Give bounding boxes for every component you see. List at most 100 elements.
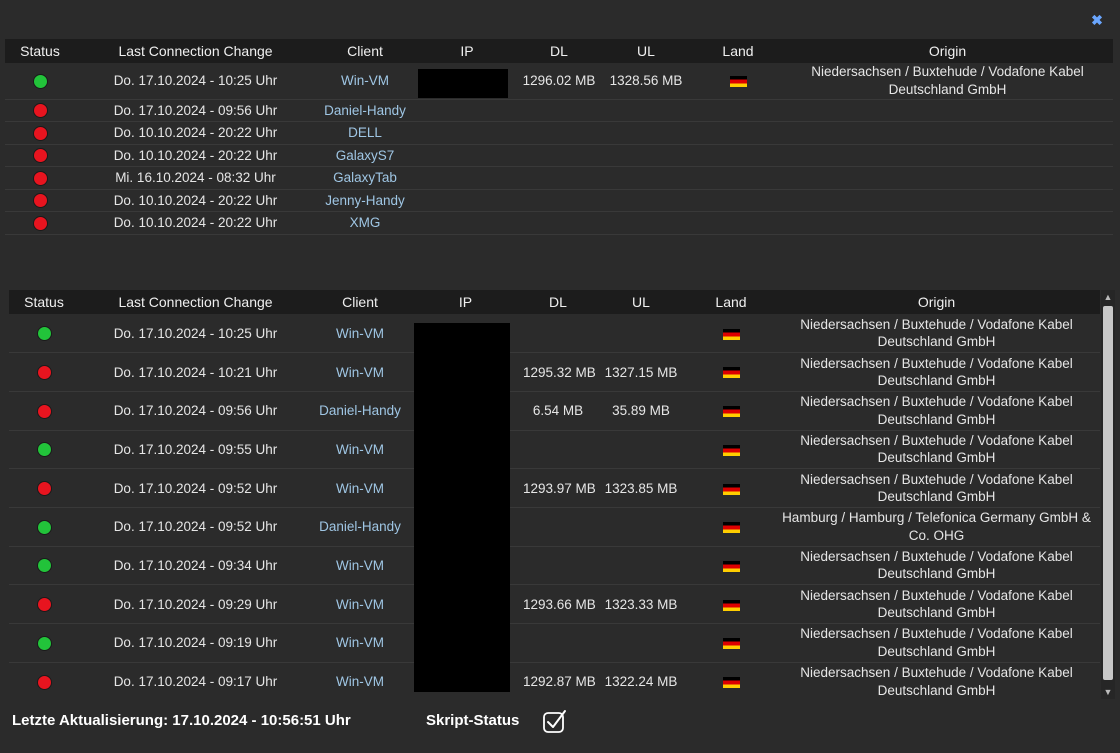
status-cell xyxy=(5,121,75,145)
status-cell xyxy=(5,211,75,235)
table-row: Do. 17.10.2024 - 09:29 Uhr Win-VM 1293.66 … xyxy=(9,584,1100,624)
germany-flag-icon xyxy=(722,522,740,534)
ul-cell: 35.89 MB xyxy=(593,391,689,431)
land-cell xyxy=(694,121,782,145)
header-client: Client xyxy=(316,39,414,63)
ul-cell xyxy=(593,623,689,663)
header-origin: Origin xyxy=(782,39,1113,63)
client-cell: Win-VM xyxy=(312,662,408,699)
client-cell: Win-VM xyxy=(316,63,414,100)
last-change-cell: Do. 10.10.2024 - 20:22 Uhr xyxy=(75,121,316,145)
land-cell xyxy=(694,166,782,190)
status-online-icon xyxy=(36,326,52,342)
client-cell: GalaxyTab xyxy=(316,166,414,190)
land-cell xyxy=(694,99,782,122)
header-dl: DL xyxy=(520,39,598,63)
status-cell xyxy=(9,507,79,547)
header-client: Client xyxy=(312,290,408,314)
status-cell xyxy=(9,623,79,663)
close-icon[interactable]: ✖ xyxy=(1090,12,1104,28)
table-header-row: Status Last Connection Change Client IP … xyxy=(5,39,1113,63)
land-cell xyxy=(689,662,773,699)
ul-cell xyxy=(598,99,694,122)
status-cell xyxy=(9,430,79,470)
status-cell xyxy=(9,391,79,431)
germany-flag-icon xyxy=(722,406,740,418)
status-online-icon xyxy=(32,73,48,89)
table-row: Do. 10.10.2024 - 20:22 Uhr XMG xyxy=(5,211,1113,235)
last-change-cell: Do. 17.10.2024 - 09:52 Uhr xyxy=(79,507,312,547)
header-ul: UL xyxy=(598,39,694,63)
client-cell: Win-VM xyxy=(312,352,408,392)
ul-cell xyxy=(593,430,689,470)
dl-cell xyxy=(523,314,593,354)
ul-cell xyxy=(598,211,694,235)
origin-cell: Niedersachsen / Buxtehude / Vodafone Kab… xyxy=(782,63,1113,100)
table-header-row: Status Last Connection Change Client IP … xyxy=(9,290,1100,314)
status-cell xyxy=(5,166,75,190)
dl-cell xyxy=(520,166,598,190)
client-cell: Daniel-Handy xyxy=(312,507,408,547)
ul-cell: 1327.15 MB xyxy=(593,352,689,392)
client-cell: Win-VM xyxy=(312,623,408,663)
dl-cell: 1293.66 MB xyxy=(523,584,596,624)
land-cell xyxy=(689,391,773,431)
ul-cell: 1328.56 MB xyxy=(598,63,694,100)
status-offline-icon xyxy=(32,103,48,119)
scroll-down-arrow-icon[interactable]: ▼ xyxy=(1101,685,1115,699)
client-cell: Win-VM xyxy=(312,546,408,586)
dl-cell xyxy=(523,507,593,547)
current-connections-table: Status Last Connection Change Client IP … xyxy=(5,39,1113,235)
origin-cell: Niedersachsen / Buxtehude / Vodafone Kab… xyxy=(773,662,1100,699)
dl-cell xyxy=(523,430,593,470)
germany-flag-icon xyxy=(722,676,740,688)
status-offline-icon xyxy=(32,148,48,164)
table-row: Do. 17.10.2024 - 10:25 Uhr Win-VM 1296.02 … xyxy=(5,63,1113,100)
header-ip: IP xyxy=(408,290,523,314)
status-offline-icon xyxy=(36,597,52,613)
ip-redaction xyxy=(418,69,508,98)
status-online-icon xyxy=(36,519,52,535)
history-scrollbar[interactable]: ▲ ▼ xyxy=(1101,290,1115,699)
scrollbar-thumb[interactable] xyxy=(1103,306,1113,680)
table-row: Do. 17.10.2024 - 09:56 Uhr Daniel-Handy 6.… xyxy=(9,391,1100,431)
client-cell: DELL xyxy=(316,121,414,145)
origin-cell xyxy=(782,211,1113,235)
header-land: Land xyxy=(689,290,773,314)
client-cell: Jenny-Handy xyxy=(316,189,414,212)
status-cell xyxy=(5,189,75,212)
last-change-cell: Do. 10.10.2024 - 20:22 Uhr xyxy=(75,211,316,235)
last-change-cell: Do. 17.10.2024 - 10:25 Uhr xyxy=(79,314,312,354)
table-row: Do. 17.10.2024 - 09:55 Uhr Win-VM Niedersa… xyxy=(9,430,1100,470)
table-row: Do. 17.10.2024 - 09:52 Uhr Win-VM 1293.97 … xyxy=(9,468,1100,508)
header-last-change: Last Connection Change xyxy=(79,290,312,314)
last-change-cell: Do. 17.10.2024 - 09:56 Uhr xyxy=(75,99,316,122)
origin-cell: Niedersachsen / Buxtehude / Vodafone Kab… xyxy=(773,352,1100,392)
status-cell xyxy=(9,662,79,699)
germany-flag-icon xyxy=(722,483,740,495)
status-offline-icon xyxy=(36,403,52,419)
dl-cell xyxy=(520,144,598,167)
history-scroll-area[interactable]: Status Last Connection Change Client IP … xyxy=(9,290,1116,699)
status-offline-icon xyxy=(36,481,52,497)
client-cell: Win-VM xyxy=(312,430,408,470)
client-cell: Daniel-Handy xyxy=(316,99,414,122)
client-cell: XMG xyxy=(316,211,414,235)
ul-cell: 1322.24 MB xyxy=(593,662,689,699)
header-status: Status xyxy=(5,39,75,63)
dl-cell xyxy=(523,546,593,586)
status-online-icon xyxy=(36,558,52,574)
table-row: Do. 17.10.2024 - 09:17 Uhr Win-VM 1292.87 … xyxy=(9,662,1100,699)
status-cell xyxy=(9,584,79,624)
table-row: Do. 17.10.2024 - 09:52 Uhr Daniel-Handy Ha… xyxy=(9,507,1100,547)
script-status-checkbox-icon[interactable] xyxy=(542,709,568,735)
ul-cell xyxy=(598,144,694,167)
last-change-cell: Do. 10.10.2024 - 20:22 Uhr xyxy=(75,189,316,212)
germany-flag-icon xyxy=(722,638,740,650)
header-status: Status xyxy=(9,290,79,314)
last-change-cell: Do. 17.10.2024 - 09:52 Uhr xyxy=(79,468,312,508)
status-offline-icon xyxy=(32,170,48,186)
header-dl: DL xyxy=(523,290,593,314)
table-row: Do. 17.10.2024 - 09:56 Uhr Daniel-Handy xyxy=(5,99,1113,122)
scroll-up-arrow-icon[interactable]: ▲ xyxy=(1101,290,1115,304)
